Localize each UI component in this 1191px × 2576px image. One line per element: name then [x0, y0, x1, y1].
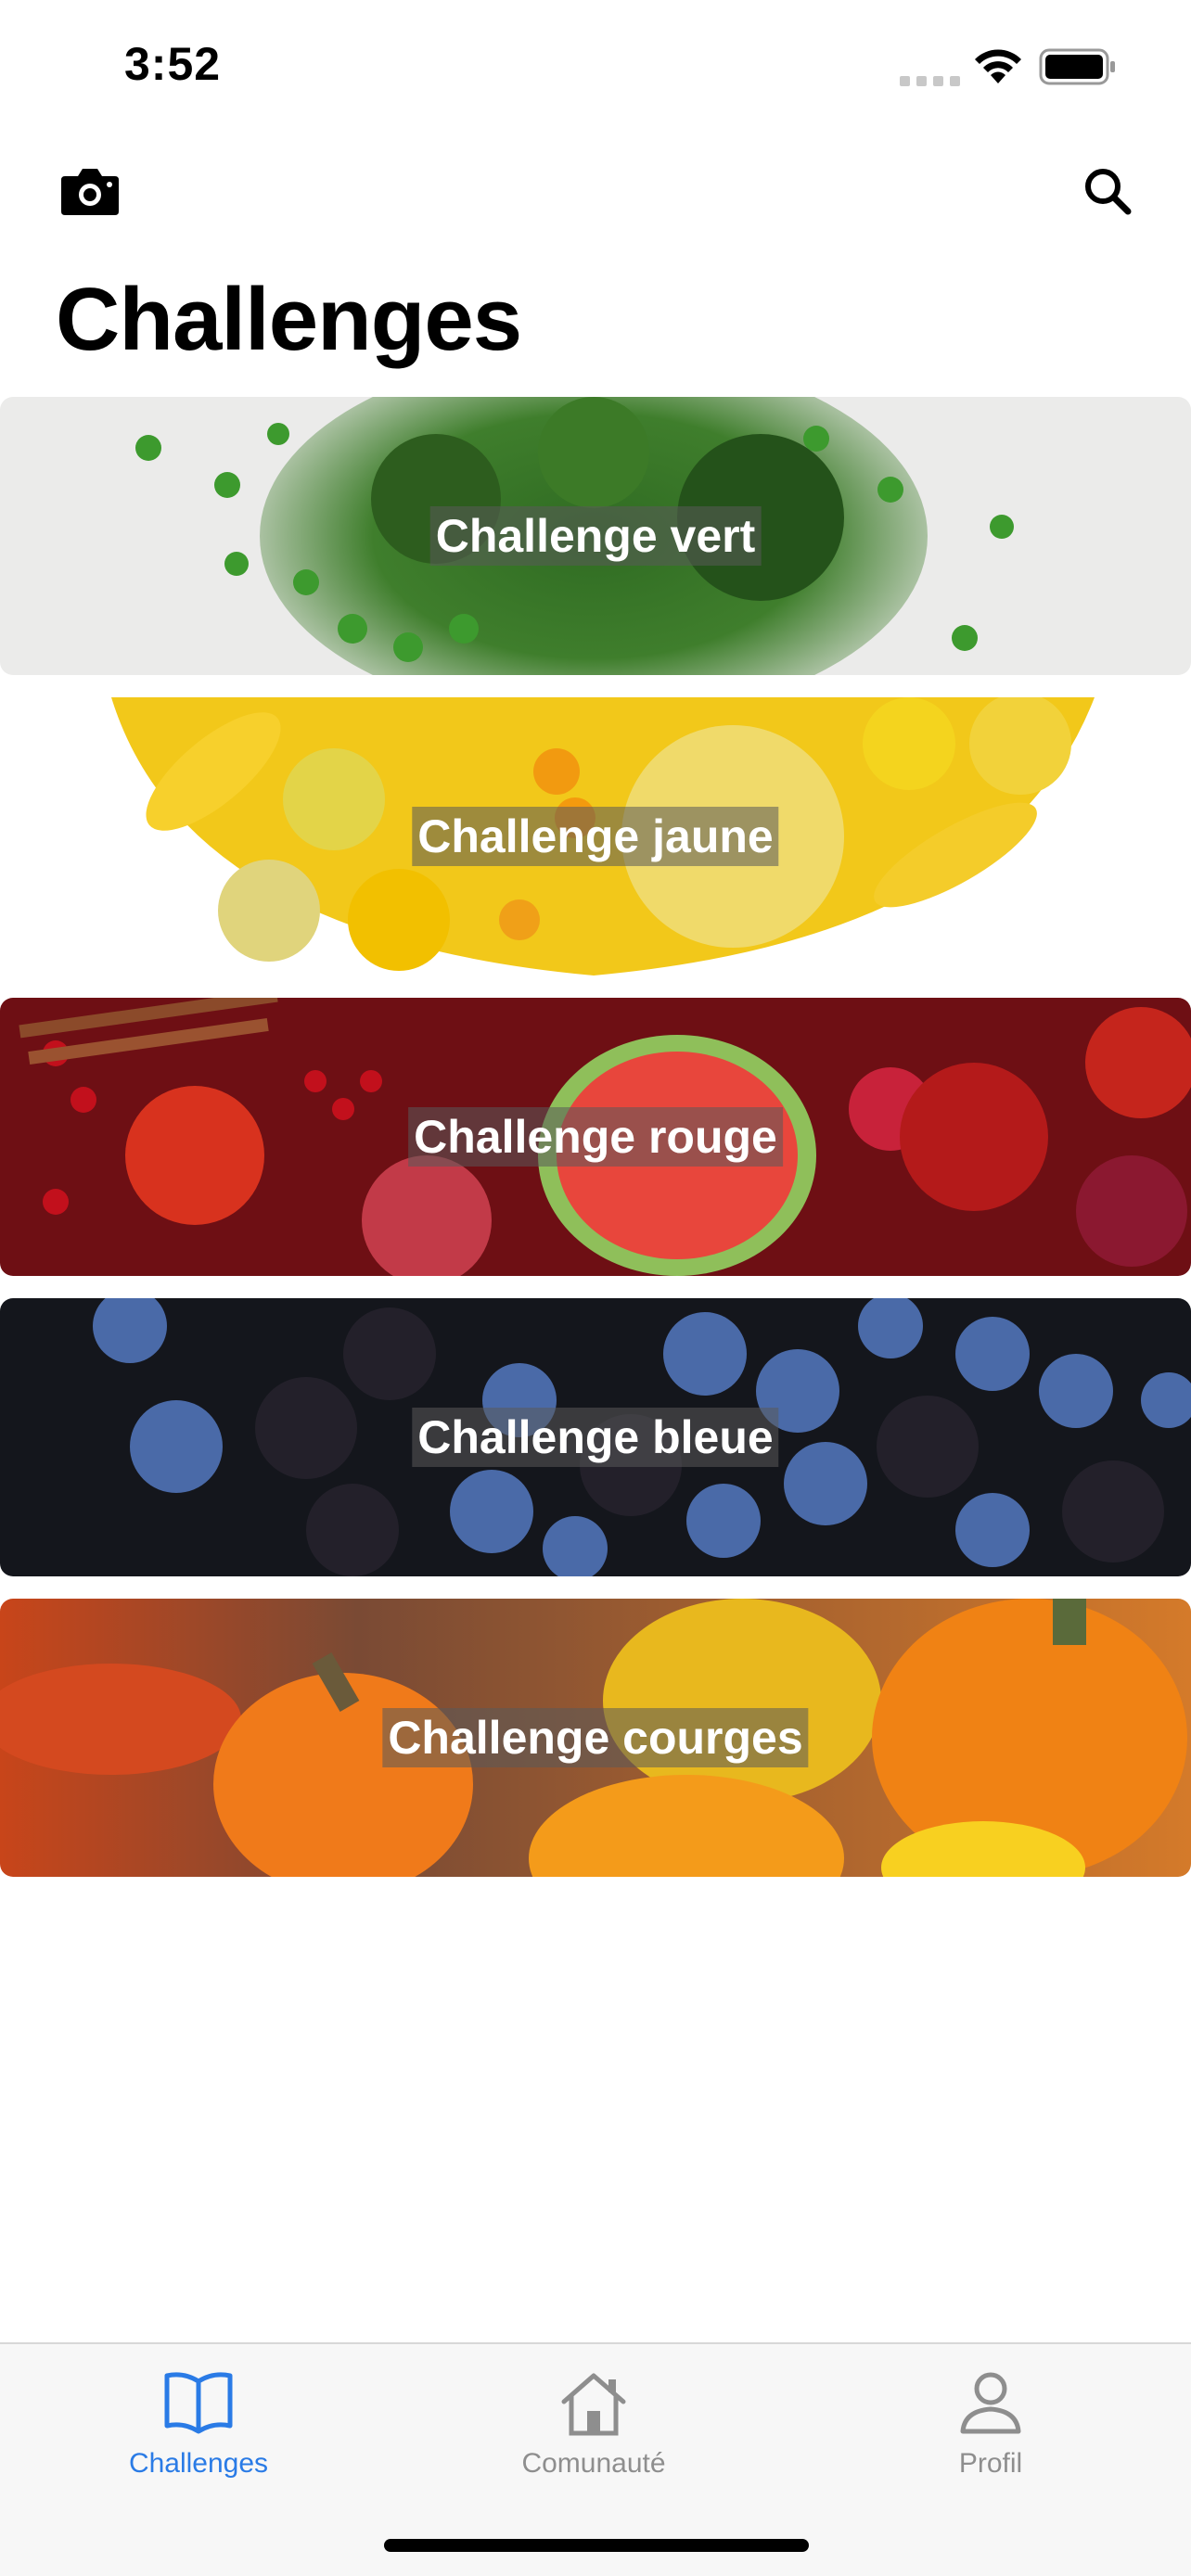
tab-challenges[interactable]: Challenges	[59, 2344, 338, 2520]
challenge-label: Challenge rouge	[408, 1107, 783, 1167]
challenge-card-courges[interactable]: Challenge courges	[0, 1599, 1191, 1877]
house-icon	[561, 2373, 626, 2436]
cellular-signal-icon	[900, 76, 960, 86]
challenge-card-rouge[interactable]: Challenge rouge	[0, 998, 1191, 1276]
home-indicator	[384, 2539, 809, 2552]
page-title: Challenges	[56, 270, 522, 369]
search-button[interactable]	[1082, 165, 1133, 217]
challenge-card-jaune[interactable]: Challenge jaune	[0, 697, 1191, 976]
person-icon	[960, 2372, 1021, 2434]
book-icon	[164, 2372, 233, 2434]
tab-label: Profil	[958, 2448, 1023, 2479]
tab-profil[interactable]: Profil	[852, 2344, 1130, 2520]
challenge-label: Challenge courges	[382, 1708, 809, 1767]
challenge-card-vert[interactable]: Challenge vert	[0, 397, 1191, 675]
battery-icon	[1039, 48, 1115, 85]
tab-label: Challenges	[128, 2448, 269, 2479]
challenge-card-bleue[interactable]: Challenge bleue	[0, 1298, 1191, 1576]
camera-icon	[61, 169, 119, 215]
search-icon	[1085, 169, 1132, 215]
status-time: 3:52	[124, 38, 222, 90]
status-bar: 3:52	[0, 0, 1191, 130]
tab-comunaute[interactable]: Comunauté	[455, 2344, 733, 2520]
challenge-label: Challenge bleue	[412, 1408, 779, 1467]
challenge-label: Challenge jaune	[412, 807, 779, 866]
camera-button[interactable]	[58, 163, 122, 219]
challenge-label: Challenge vert	[429, 506, 762, 566]
wifi-icon	[975, 49, 1021, 83]
tab-label: Comunauté	[521, 2448, 666, 2479]
